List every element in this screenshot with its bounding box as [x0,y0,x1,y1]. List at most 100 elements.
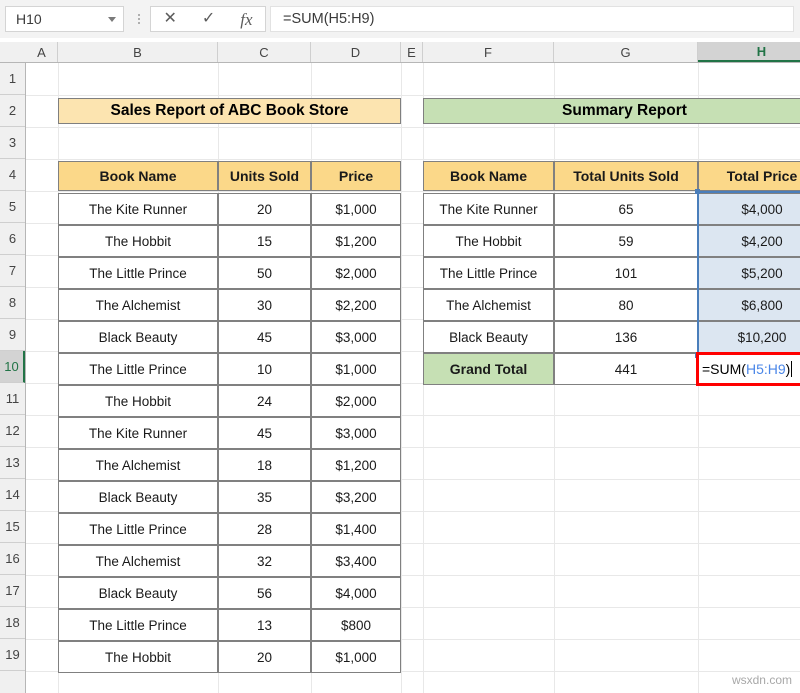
sales-cell[interactable]: Black Beauty [58,481,218,513]
sales-cell[interactable]: 45 [218,321,311,353]
sales-cell[interactable]: 56 [218,577,311,609]
summary-report-title[interactable]: Summary Report [423,98,800,124]
summary-cell[interactable]: $4,200 [698,225,800,257]
sales-cell[interactable]: The Alchemist [58,545,218,577]
sales-cell[interactable]: The Hobbit [58,641,218,673]
sales-cell[interactable]: Black Beauty [58,321,218,353]
sales-cell[interactable]: 18 [218,449,311,481]
cancel-icon[interactable]: ✕ [163,11,176,27]
row-header-14[interactable]: 14 [0,479,25,511]
sales-cell[interactable]: Black Beauty [58,577,218,609]
row-header-3[interactable]: 3 [0,127,25,159]
row-header-15[interactable]: 15 [0,511,25,543]
sales-cell[interactable]: 13 [218,609,311,641]
row-header-7[interactable]: 7 [0,255,25,287]
column-header-e[interactable]: E [401,42,423,62]
sales-cell[interactable]: 28 [218,513,311,545]
sales-cell[interactable]: 30 [218,289,311,321]
column-header-f[interactable]: F [423,42,554,62]
summary-cell[interactable]: 59 [554,225,698,257]
sales-cell[interactable]: The Hobbit [58,225,218,257]
sales-cell[interactable]: $1,200 [311,225,401,257]
summary-cell[interactable]: 80 [554,289,698,321]
sales-cell[interactable]: 20 [218,193,311,225]
summary-cell[interactable]: The Kite Runner [423,193,554,225]
name-box[interactable]: H10 [5,6,124,32]
sales-cell[interactable]: $3,000 [311,417,401,449]
sales-cell[interactable]: The Little Prince [58,609,218,641]
row-header-8[interactable]: 8 [0,287,25,319]
summary-header-2[interactable]: Total Price [698,161,800,191]
row-header-13[interactable]: 13 [0,447,25,479]
sales-header-0[interactable]: Book Name [58,161,218,191]
active-cell-h10-editor[interactable]: =SUM(H5:H9) [696,352,800,386]
column-header-d[interactable]: D [311,42,401,62]
summary-cell[interactable]: 65 [554,193,698,225]
sales-cell[interactable]: $1,200 [311,449,401,481]
summary-cell[interactable]: 101 [554,257,698,289]
row-header-17[interactable]: 17 [0,575,25,607]
row-header-10[interactable]: 10 [0,351,25,383]
column-header-b[interactable]: B [58,42,218,62]
sales-cell[interactable]: $3,400 [311,545,401,577]
sales-cell[interactable]: $4,000 [311,577,401,609]
sales-cell[interactable]: 24 [218,385,311,417]
row-header-6[interactable]: 6 [0,223,25,255]
summary-cell[interactable]: Black Beauty [423,321,554,353]
sales-cell[interactable]: $1,400 [311,513,401,545]
column-header-h[interactable]: H [698,42,800,62]
sales-report-title[interactable]: Sales Report of ABC Book Store [58,98,401,124]
sales-cell[interactable]: $3,000 [311,321,401,353]
formula-input[interactable]: =SUM(H5:H9) [270,6,794,32]
sales-cell[interactable]: The Little Prince [58,353,218,385]
sales-cell[interactable]: The Little Prince [58,513,218,545]
sales-cell[interactable]: $1,000 [311,641,401,673]
sales-cell[interactable]: 32 [218,545,311,577]
grand-total-label[interactable]: Grand Total [423,353,554,385]
sales-cell[interactable]: $2,200 [311,289,401,321]
row-header-19[interactable]: 19 [0,639,25,671]
sales-cell[interactable]: $2,000 [311,257,401,289]
row-header-5[interactable]: 5 [0,191,25,223]
sales-cell[interactable]: 35 [218,481,311,513]
grand-total-units[interactable]: 441 [554,353,698,385]
summary-cell[interactable]: $4,000 [698,193,800,225]
range-resize-handle[interactable] [695,189,700,194]
row-header-16[interactable]: 16 [0,543,25,575]
summary-cell[interactable]: The Alchemist [423,289,554,321]
summary-cell[interactable]: The Little Prince [423,257,554,289]
column-header-a[interactable]: A [26,42,58,62]
sales-cell[interactable]: The Kite Runner [58,417,218,449]
summary-cell[interactable]: The Hobbit [423,225,554,257]
summary-cell[interactable]: 136 [554,321,698,353]
row-header-11[interactable]: 11 [0,383,25,415]
row-header-18[interactable]: 18 [0,607,25,639]
summary-header-1[interactable]: Total Units Sold [554,161,698,191]
check-icon[interactable]: ✓ [202,11,215,27]
row-header-9[interactable]: 9 [0,319,25,351]
sales-cell[interactable]: The Kite Runner [58,193,218,225]
sales-header-2[interactable]: Price [311,161,401,191]
sales-cell[interactable]: The Alchemist [58,289,218,321]
sales-cell[interactable]: 20 [218,641,311,673]
fx-icon[interactable]: fx [240,11,252,28]
row-header-2[interactable]: 2 [0,95,25,127]
sales-cell[interactable]: 45 [218,417,311,449]
sales-cell[interactable]: $2,000 [311,385,401,417]
summary-cell[interactable]: $10,200 [698,321,800,353]
summary-header-0[interactable]: Book Name [423,161,554,191]
sales-header-1[interactable]: Units Sold [218,161,311,191]
more-options-icon[interactable] [128,14,150,24]
sales-cell[interactable]: 50 [218,257,311,289]
sales-cell[interactable]: The Alchemist [58,449,218,481]
sales-cell[interactable]: 15 [218,225,311,257]
row-header-4[interactable]: 4 [0,159,25,191]
sales-cell[interactable]: $1,000 [311,193,401,225]
summary-cell[interactable]: $5,200 [698,257,800,289]
sales-cell[interactable]: The Hobbit [58,385,218,417]
column-header-c[interactable]: C [218,42,311,62]
row-header-12[interactable]: 12 [0,415,25,447]
row-header-1[interactable]: 1 [0,63,25,95]
sales-cell[interactable]: $1,000 [311,353,401,385]
sales-cell[interactable]: 10 [218,353,311,385]
